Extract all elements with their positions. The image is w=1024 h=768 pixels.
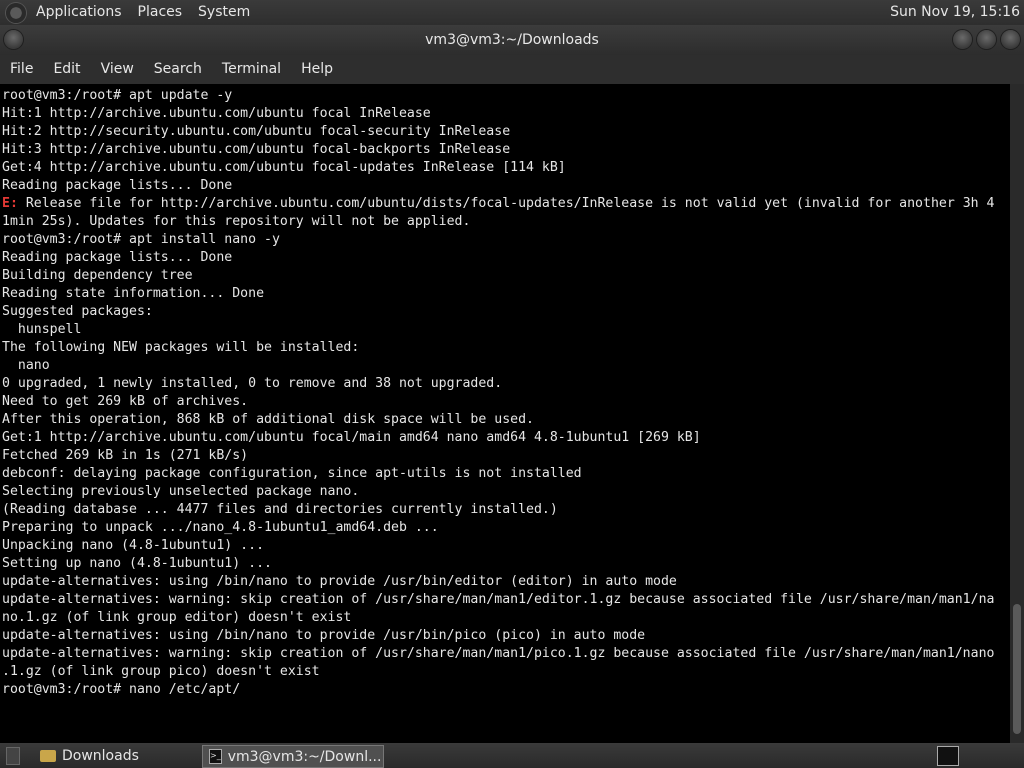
terminal-line: root@vm3:/root# apt install nano -y <box>2 232 280 247</box>
taskbar-item-label: vm3@vm3:~/Downl... <box>227 748 382 765</box>
terminal-icon: >_ <box>209 749 222 764</box>
scrollbar-thumb[interactable] <box>1013 604 1021 734</box>
menu-view[interactable]: View <box>91 55 144 84</box>
terminal-line: Hit:2 http://security.ubuntu.com/ubuntu … <box>2 124 511 139</box>
terminal-line: Hit:1 http://archive.ubuntu.com/ubuntu f… <box>2 106 431 121</box>
show-desktop-icon[interactable] <box>6 747 20 765</box>
terminal-line: update-alternatives: using /bin/nano to … <box>2 628 646 643</box>
terminal-line: Setting up nano (4.8-1ubuntu1) ... <box>2 556 272 571</box>
terminal-line: Reading package lists... Done <box>2 250 233 265</box>
terminal-line: Preparing to unpack .../nano_4.8-1ubuntu… <box>2 520 439 535</box>
terminal-line: debconf: delaying package configuration,… <box>2 466 582 481</box>
taskbar-item-label: Downloads <box>62 747 139 764</box>
window-titlebar[interactable]: vm3@vm3:~/Downloads <box>0 25 1024 55</box>
terminal-line: 1min 25s). Updates for this repository w… <box>2 214 471 229</box>
terminal-line: nano <box>2 358 50 373</box>
taskbar-item-terminal[interactable]: >_ vm3@vm3:~/Downl... <box>202 745 384 768</box>
menu-terminal[interactable]: Terminal <box>212 55 291 84</box>
terminal-line: Need to get 269 kB of archives. <box>2 394 249 409</box>
terminal-line: Unpacking nano (4.8-1ubuntu1) ... <box>2 538 265 553</box>
menu-help[interactable]: Help <box>291 55 343 84</box>
error-prefix: E: <box>2 196 18 211</box>
terminal-line: Get:1 http://archive.ubuntu.com/ubuntu f… <box>2 430 701 445</box>
bottom-taskbar: Downloads >_ vm3@vm3:~/Downl... <box>0 743 1024 768</box>
terminal-line: Suggested packages: <box>2 304 153 319</box>
terminal-line: Get:4 http://archive.ubuntu.com/ubuntu f… <box>2 160 566 175</box>
close-icon[interactable] <box>1001 30 1020 49</box>
terminal-line: .1.gz (of link group pico) doesn't exist <box>2 664 320 679</box>
terminal-line: Reading state information... Done <box>2 286 265 301</box>
top-panel: Applications Places System Sun Nov 19, 1… <box>0 0 1024 25</box>
terminal-output: root@vm3:/root# apt update -y Hit:1 http:… <box>0 84 1010 699</box>
terminal-line: Reading package lists... Done <box>2 178 233 193</box>
terminal-line: 0 upgraded, 1 newly installed, 0 to remo… <box>2 376 503 391</box>
terminal-line: root@vm3:/root# apt update -y <box>2 88 233 103</box>
terminal-menubar: File Edit View Search Terminal Help <box>0 55 1024 84</box>
terminal-line: (Reading database ... 4477 files and dir… <box>2 502 558 517</box>
terminal-line: update-alternatives: warning: skip creat… <box>2 592 995 607</box>
folder-icon <box>40 749 56 762</box>
minimize-icon[interactable] <box>953 30 972 49</box>
window-menu-icon[interactable] <box>4 30 23 49</box>
terminal-line: Fetched 269 kB in 1s (271 kB/s) <box>2 448 249 463</box>
maximize-icon[interactable] <box>977 30 996 49</box>
terminal-scrollbar[interactable] <box>1010 84 1024 743</box>
distro-logo-icon[interactable] <box>6 2 26 23</box>
menu-places[interactable]: Places <box>130 0 191 25</box>
menu-system[interactable]: System <box>190 0 258 25</box>
terminal-line: E: Release file for http://archive.ubunt… <box>2 196 995 211</box>
terminal-line: Building dependency tree <box>2 268 193 283</box>
panel-menu: Applications Places System <box>0 0 258 25</box>
window-title: vm3@vm3:~/Downloads <box>425 32 599 48</box>
menu-applications[interactable]: Applications <box>28 0 130 25</box>
terminal-line: hunspell <box>2 322 82 337</box>
terminal-line: no.1.gz (of link group editor) doesn't e… <box>2 610 352 625</box>
menu-search[interactable]: Search <box>144 55 212 84</box>
terminal-line: After this operation, 868 kB of addition… <box>2 412 534 427</box>
terminal-line: update-alternatives: using /bin/nano to … <box>2 574 677 589</box>
menu-file[interactable]: File <box>0 55 43 84</box>
terminal-line: update-alternatives: warning: skip creat… <box>2 646 995 661</box>
clock[interactable]: Sun Nov 19, 15:16 <box>890 0 1020 25</box>
terminal-area[interactable]: root@vm3:/root# apt update -y Hit:1 http:… <box>0 84 1010 743</box>
terminal-line: Hit:3 http://archive.ubuntu.com/ubuntu f… <box>2 142 511 157</box>
terminal-line: Selecting previously unselected package … <box>2 484 360 499</box>
terminal-line: root@vm3:/root# nano /etc/apt/ <box>2 682 241 697</box>
terminal-line: The following NEW packages will be insta… <box>2 340 360 355</box>
menu-edit[interactable]: Edit <box>43 55 90 84</box>
terminal-tray-icon[interactable] <box>937 746 959 766</box>
taskbar-item-downloads[interactable]: Downloads <box>34 745 206 766</box>
